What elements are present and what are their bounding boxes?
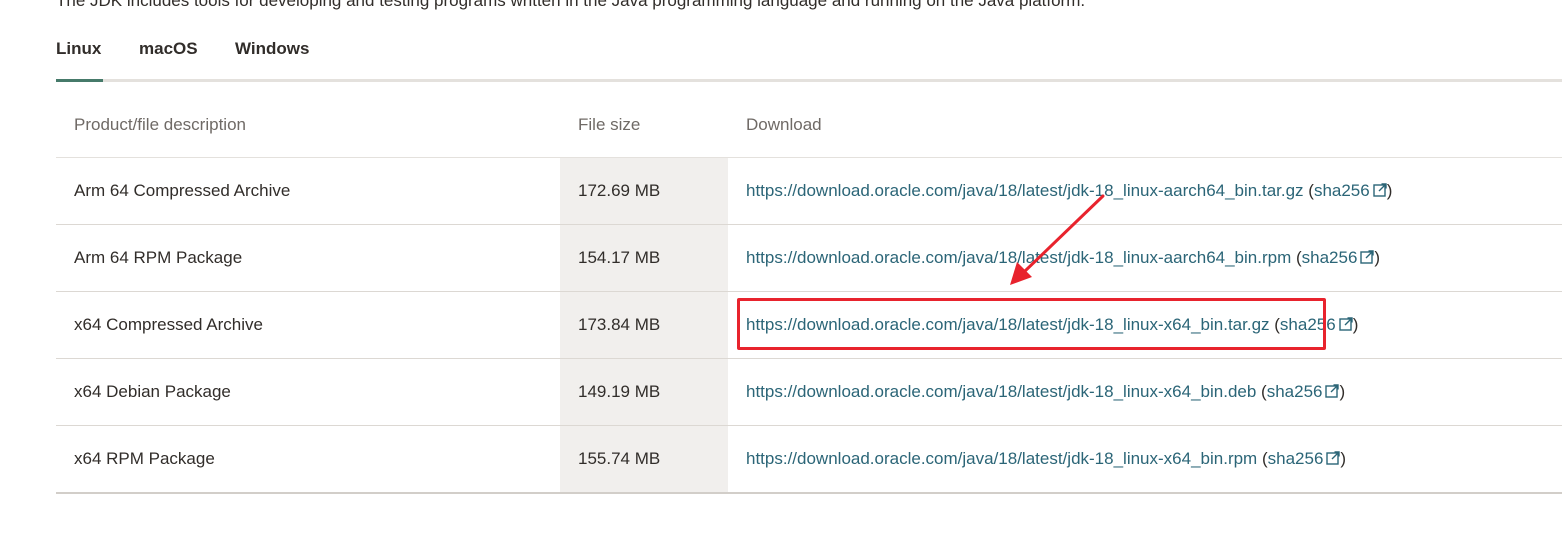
file-description: Arm 64 RPM Package (56, 224, 560, 292)
file-description: Arm 64 Compressed Archive (56, 157, 560, 225)
download-cell: https://download.oracle.com/java/18/late… (728, 157, 1562, 225)
sha256-label: sha256 (1313, 181, 1370, 200)
external-link-icon (1360, 250, 1375, 264)
external-link-icon (1325, 384, 1340, 398)
download-link[interactable]: https://download.oracle.com/java/18/late… (746, 181, 1304, 200)
file-size: 155.74 MB (560, 425, 728, 494)
file-size: 154.17 MB (560, 224, 728, 292)
download-cell: https://download.oracle.com/java/18/late… (728, 425, 1562, 494)
external-link-icon (1339, 317, 1353, 331)
file-description: x64 Compressed Archive (56, 291, 560, 359)
download-cell: https://download.oracle.com/java/18/late… (728, 291, 1562, 359)
download-cell: https://download.oracle.com/java/18/late… (728, 224, 1562, 292)
column-header-description: Product/file description (56, 92, 560, 158)
sha256-label: sha256 (1279, 315, 1336, 334)
download-link[interactable]: https://download.oracle.com/java/18/late… (746, 382, 1256, 401)
external-link-icon (1373, 183, 1387, 197)
sha256-link[interactable]: sha256 (1302, 248, 1375, 267)
file-size: 173.84 MB (560, 291, 728, 359)
sha256-label: sha256 (1267, 449, 1324, 468)
sha256-link[interactable]: sha256 (1268, 449, 1341, 468)
column-header-size: File size (560, 92, 728, 158)
sha256-label: sha256 (1301, 248, 1358, 267)
column-header-download: Download (728, 92, 1562, 158)
external-link-icon (1326, 451, 1341, 465)
file-description: x64 Debian Package (56, 358, 560, 426)
tab-windows[interactable]: Windows (235, 38, 309, 82)
sha256-link[interactable]: sha256 (1267, 382, 1340, 401)
sha256-label: sha256 (1266, 382, 1323, 401)
sha256-link[interactable]: sha256 (1314, 181, 1387, 200)
table-row: Arm 64 Compressed Archive 172.69 MB http… (56, 157, 1562, 225)
table-row: x64 Compressed Archive 173.84 MB https:/… (56, 291, 1562, 359)
file-size: 172.69 MB (560, 157, 728, 225)
download-cell: https://download.oracle.com/java/18/late… (728, 358, 1562, 426)
download-link[interactable]: https://download.oracle.com/java/18/late… (746, 315, 1270, 334)
download-table: Product/file description File size Downl… (56, 92, 1562, 494)
download-link[interactable]: https://download.oracle.com/java/18/late… (746, 248, 1291, 267)
download-link[interactable]: https://download.oracle.com/java/18/late… (746, 449, 1257, 468)
sha256-link[interactable]: sha256 (1280, 315, 1353, 334)
file-size: 149.19 MB (560, 358, 728, 426)
table-row: Arm 64 RPM Package 154.17 MB https://dow… (56, 224, 1562, 292)
table-row: x64 Debian Package 149.19 MB https://dow… (56, 358, 1562, 426)
tab-macos[interactable]: macOS (139, 38, 198, 82)
file-description: x64 RPM Package (56, 425, 560, 494)
tab-linux[interactable]: Linux (56, 38, 103, 82)
table-header-row: Product/file description File size Downl… (56, 92, 1562, 158)
table-row: x64 RPM Package 155.74 MB https://downlo… (56, 425, 1562, 494)
os-tabs: Linux macOS Windows (56, 0, 1562, 82)
